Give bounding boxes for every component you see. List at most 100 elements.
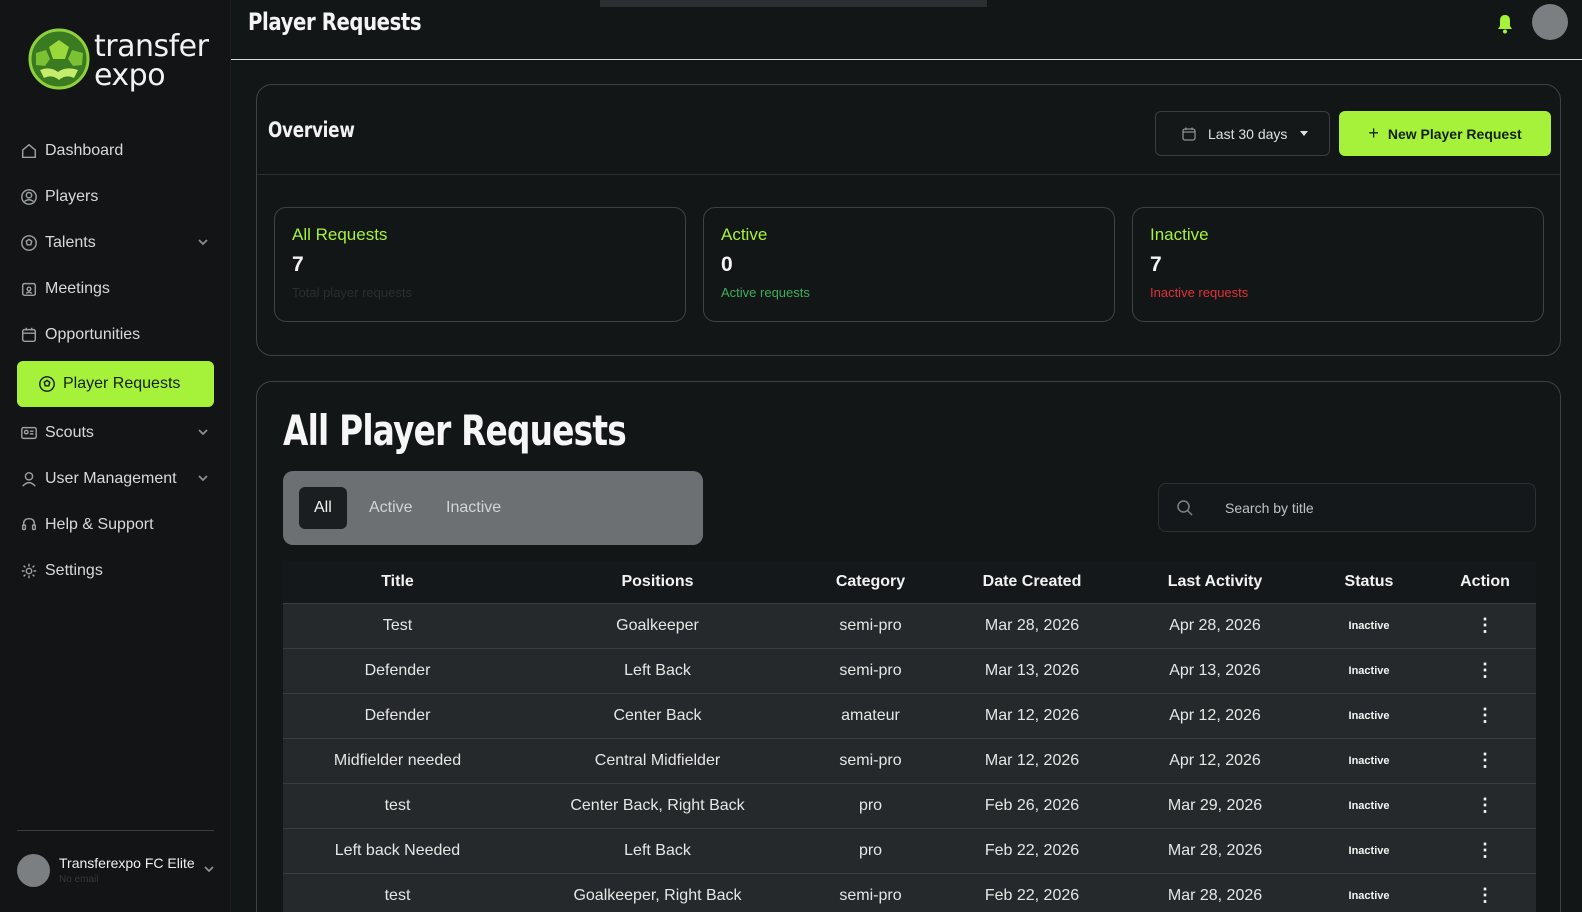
tab-inactive[interactable]: Inactive xyxy=(431,487,516,529)
id-card-icon xyxy=(19,423,39,443)
cell-title: Midfielder needed xyxy=(283,737,512,783)
sidebar: transfer expo Dashboard Players Talents … xyxy=(0,0,231,912)
table-row[interactable]: Defender Center Back amateur Mar 12, 202… xyxy=(283,692,1536,738)
calendar-user-icon xyxy=(19,279,39,299)
new-player-request-button[interactable]: + New Player Request xyxy=(1339,111,1551,156)
stat-value: 0 xyxy=(721,253,733,276)
sidebar-item-meetings[interactable]: Meetings xyxy=(17,266,214,312)
more-options-icon[interactable]: ⋮ xyxy=(1434,647,1536,693)
column-header-action: Action xyxy=(1434,561,1536,603)
home-icon xyxy=(19,141,39,161)
more-options-icon[interactable]: ⋮ xyxy=(1434,872,1536,912)
sidebar-item-label: Opportunities xyxy=(45,326,141,343)
sidebar-item-label: Talents xyxy=(45,234,96,251)
column-header-last-activity[interactable]: Last Activity xyxy=(1126,561,1304,603)
cell-last-activity: Apr 13, 2026 xyxy=(1126,647,1304,693)
more-options-icon[interactable]: ⋮ xyxy=(1434,737,1536,783)
brand-name: transfer expo xyxy=(94,29,209,91)
status-badge: Inactive xyxy=(1304,602,1434,648)
brand-name-line1: transfer xyxy=(94,29,209,64)
table-row[interactable]: Test Goalkeeper semi-pro Mar 28, 2026 Ap… xyxy=(283,602,1536,648)
cell-category: semi-pro xyxy=(803,602,938,648)
overview-title: Overview xyxy=(268,118,355,142)
cell-positions: Left Back xyxy=(512,827,803,873)
chevron-down-icon[interactable] xyxy=(196,425,210,439)
sidebar-item-settings[interactable]: Settings xyxy=(17,548,214,594)
tab-active[interactable]: Active xyxy=(354,487,428,529)
chevron-down-icon[interactable] xyxy=(203,862,215,880)
soccer-handshake-logo-icon xyxy=(28,28,90,90)
sidebar-item-opportunities[interactable]: Opportunities xyxy=(17,312,214,358)
tab-all[interactable]: All xyxy=(299,487,347,529)
sidebar-item-scouts[interactable]: Scouts xyxy=(17,410,214,456)
cell-date-created: Feb 22, 2026 xyxy=(938,827,1126,873)
column-header-positions[interactable]: Positions xyxy=(512,561,803,603)
table-header-row: Title Positions Category Date Created La… xyxy=(283,561,1536,603)
more-options-icon[interactable]: ⋮ xyxy=(1434,782,1536,828)
cell-last-activity: Apr 12, 2026 xyxy=(1126,692,1304,738)
page-title: Player Requests xyxy=(248,8,422,36)
cell-date-created: Mar 28, 2026 xyxy=(938,602,1126,648)
cell-title: test xyxy=(283,782,512,828)
column-header-date-created[interactable]: Date Created xyxy=(938,561,1126,603)
top-bar: Player Requests xyxy=(231,0,1582,60)
cell-title: test xyxy=(283,872,512,912)
more-options-icon[interactable]: ⋮ xyxy=(1434,827,1536,873)
player-requests-card: All Player Requests All Active Inactive … xyxy=(256,381,1561,912)
column-header-title[interactable]: Title xyxy=(283,561,512,603)
overview-header: Overview Last 30 days + New Player Reque… xyxy=(257,85,1560,175)
status-filter-tabs: All Active Inactive xyxy=(283,471,703,545)
soccer-ball-icon xyxy=(37,374,57,394)
table-row[interactable]: Defender Left Back semi-pro Mar 13, 2026… xyxy=(283,647,1536,693)
search-icon xyxy=(1177,499,1193,516)
more-options-icon[interactable]: ⋮ xyxy=(1434,692,1536,738)
user-circle-icon xyxy=(19,187,39,207)
user-email: No email xyxy=(59,874,99,885)
date-range-dropdown[interactable]: Last 30 days xyxy=(1155,111,1330,156)
sidebar-item-label: Players xyxy=(45,188,99,205)
cell-last-activity: Mar 28, 2026 xyxy=(1126,872,1304,912)
sidebar-item-player-requests[interactable]: Player Requests xyxy=(17,361,214,407)
user-menu[interactable]: Transferexpo FC Elite No email xyxy=(17,850,217,890)
sidebar-item-label: Scouts xyxy=(45,424,94,441)
chevron-down-icon[interactable] xyxy=(196,235,210,249)
cell-positions: Left Back xyxy=(512,647,803,693)
table-row[interactable]: Midfielder needed Central Midfielder sem… xyxy=(283,737,1536,783)
column-header-status[interactable]: Status xyxy=(1304,561,1434,603)
sidebar-item-players[interactable]: Players xyxy=(17,174,214,220)
sidebar-item-dashboard[interactable]: Dashboard xyxy=(17,128,214,174)
cell-category: semi-pro xyxy=(803,872,938,912)
cell-date-created: Mar 13, 2026 xyxy=(938,647,1126,693)
section-title: All Player Requests xyxy=(283,406,627,455)
more-options-icon[interactable]: ⋮ xyxy=(1434,602,1536,648)
stats-row: All Requests 7 Total player requests Act… xyxy=(274,207,1544,322)
search-input[interactable] xyxy=(1225,499,1515,516)
sidebar-item-help-support[interactable]: Help & Support xyxy=(17,502,214,548)
table-row[interactable]: Left back Needed Left Back pro Feb 22, 2… xyxy=(283,827,1536,873)
user-name: Transferexpo FC Elite xyxy=(59,855,195,871)
cell-date-created: Mar 12, 2026 xyxy=(938,692,1126,738)
avatar[interactable] xyxy=(1532,4,1568,40)
table-row[interactable]: test Goalkeeper, Right Back semi-pro Feb… xyxy=(283,872,1536,912)
chevron-down-icon[interactable] xyxy=(196,471,210,485)
sidebar-item-label: Settings xyxy=(45,562,103,579)
cell-title: Test xyxy=(283,602,512,648)
requests-table: Title Positions Category Date Created La… xyxy=(283,561,1536,912)
plus-icon: + xyxy=(1368,123,1379,143)
column-header-category[interactable]: Category xyxy=(803,561,938,603)
cell-last-activity: Apr 28, 2026 xyxy=(1126,602,1304,648)
stat-subtext: Inactive requests xyxy=(1150,285,1249,300)
cell-title: Left back Needed xyxy=(283,827,512,873)
stat-label: All Requests xyxy=(292,225,388,244)
sidebar-item-user-management[interactable]: User Management xyxy=(17,456,214,502)
stat-label: Active xyxy=(721,225,768,244)
sidebar-item-talents[interactable]: Talents xyxy=(17,220,214,266)
cell-title: Defender xyxy=(283,647,512,693)
stat-label: Inactive xyxy=(1150,225,1209,244)
table-row[interactable]: test Center Back, Right Back pro Feb 26,… xyxy=(283,782,1536,828)
stat-subtext: Total player requests xyxy=(292,285,412,300)
cell-date-created: Feb 22, 2026 xyxy=(938,872,1126,912)
bell-icon[interactable] xyxy=(1496,14,1514,34)
sidebar-nav: Dashboard Players Talents Meetings Oppor… xyxy=(17,128,214,594)
brand-logo[interactable]: transfer expo xyxy=(28,26,209,96)
